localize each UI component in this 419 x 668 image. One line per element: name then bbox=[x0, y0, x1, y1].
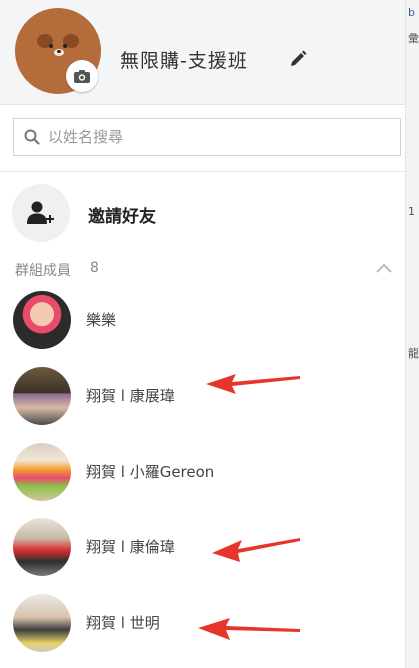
change-photo-button[interactable] bbox=[66, 60, 98, 92]
invite-friends-button[interactable]: 邀請好友 bbox=[10, 184, 390, 244]
group-header: 無限購-支援班 bbox=[0, 0, 405, 105]
member-avatar bbox=[13, 291, 71, 349]
member-avatar bbox=[13, 443, 71, 501]
divider bbox=[0, 171, 405, 172]
member-name: 翔賀 l 康倫瑋 bbox=[86, 538, 175, 556]
invite-friends-label: 邀請好友 bbox=[88, 207, 156, 227]
search-box[interactable] bbox=[13, 118, 401, 156]
member-name: 樂樂 bbox=[86, 311, 117, 329]
add-user-icon bbox=[27, 201, 54, 224]
bear-eye bbox=[49, 44, 53, 48]
member-name: 翔賀 l 世明 bbox=[86, 614, 160, 632]
pencil-icon[interactable] bbox=[288, 49, 308, 69]
background-window-strip: b 彙 1 龍 bbox=[406, 0, 419, 668]
group-panel: 無限購-支援班 邀請好友 群組成員 8 樂樂 bbox=[0, 0, 406, 668]
group-name: 無限購-支援班 bbox=[120, 50, 248, 72]
member-item[interactable]: 翔賀 l 康展瑋 bbox=[10, 367, 390, 427]
member-avatar bbox=[13, 518, 71, 576]
annotation-arrow bbox=[206, 374, 300, 394]
bear-eye bbox=[63, 44, 67, 48]
member-avatar bbox=[13, 594, 71, 652]
member-name: 翔賀 l 小羅Gereon bbox=[86, 463, 215, 481]
invite-icon-circle bbox=[12, 184, 70, 242]
members-count: 8 bbox=[90, 260, 99, 276]
camera-icon bbox=[74, 69, 90, 83]
annotation-arrow bbox=[198, 618, 300, 640]
search-input[interactable] bbox=[48, 119, 388, 155]
annotation-arrow bbox=[212, 538, 300, 562]
bear-snout bbox=[54, 49, 64, 56]
member-item[interactable]: 樂樂 bbox=[10, 291, 390, 351]
member-name: 翔賀 l 康展瑋 bbox=[86, 387, 175, 405]
chevron-up-icon[interactable] bbox=[375, 262, 393, 274]
member-avatar bbox=[13, 367, 71, 425]
bear-face bbox=[47, 44, 69, 58]
members-section-label: 群組成員 bbox=[15, 263, 71, 279]
search-icon bbox=[24, 129, 40, 145]
member-item[interactable]: 翔賀 l 康倫瑋 bbox=[10, 518, 390, 578]
member-item[interactable]: 翔賀 l 小羅Gereon bbox=[10, 443, 390, 503]
